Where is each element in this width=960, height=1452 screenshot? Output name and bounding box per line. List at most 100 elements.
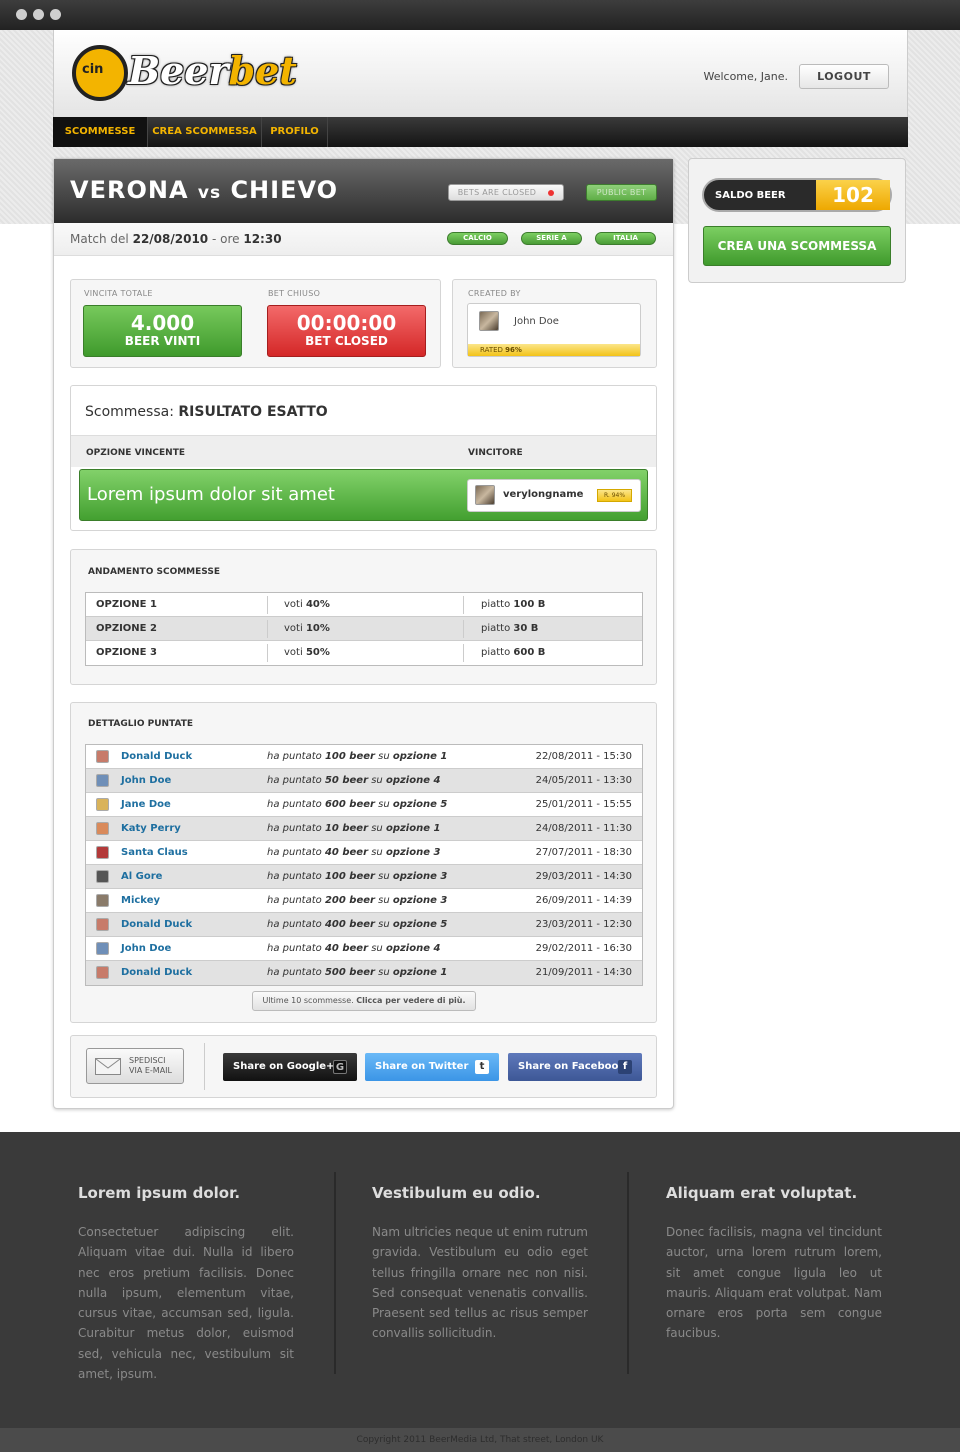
pot-label: piatto (481, 599, 511, 610)
pot-value: 30 B (513, 623, 539, 634)
share-twitter-label: Share on Twitter (375, 1061, 469, 1072)
show-more-button[interactable]: Ultime 10 scommesse. Clicca per vedere d… (252, 991, 476, 1011)
bet-detail-row: Donald Duck ha puntato 400 beer su opzion… (86, 913, 642, 937)
timer-value: 00:00:00 (296, 311, 397, 335)
tag-serie-a[interactable]: SERIE A (521, 232, 582, 245)
crea-scommessa-button[interactable]: CREA UNA SCOMMESSA (703, 226, 891, 266)
creator-rating: RATED 96% (468, 344, 640, 356)
footer-col3-title: Aliquam erat voluptat. (666, 1184, 858, 1202)
user-name-link[interactable]: John Doe (121, 769, 171, 792)
bet-description: ha puntato 100 beer su opzione 1 (267, 745, 447, 768)
user-avatar (96, 822, 109, 835)
cell-divider (267, 620, 268, 638)
window-dot-maximize[interactable] (50, 9, 61, 20)
footer-column-1: Lorem ipsum dolor. Consectetuer adipiscin… (78, 1184, 294, 1384)
bet-description: ha puntato 600 beer su opzione 5 (267, 793, 447, 816)
bet-option: opzione 1 (392, 967, 448, 978)
bet-amount: 600 beer (324, 799, 375, 810)
vincita-value: 4.000 (130, 311, 195, 335)
logout-button[interactable]: LOGOUT (799, 64, 889, 89)
logo-text[interactable]: Beerbet (128, 48, 297, 93)
andamento-row: OPZIONE 3 voti 50% piatto 600 B (86, 641, 642, 665)
user-name-link[interactable]: Donald Duck (121, 961, 192, 984)
bets-closed-badge: BETS ARE CLOSED (448, 184, 564, 201)
share-google-button[interactable]: Share on Google+ G (223, 1053, 357, 1081)
match-title: VERONA vs CHIEVO (70, 176, 338, 204)
share-google-label: Share on Google+ (233, 1061, 335, 1072)
created-by-label: CREATED BY (468, 289, 521, 298)
bet-prefix: ha puntato (267, 919, 322, 930)
browser-chrome (0, 0, 960, 30)
team-away: CHIEVO (230, 176, 339, 204)
bet-option: opzione 5 (392, 799, 448, 810)
footer-column-3: Aliquam erat voluptat. Donec facilisis, m… (666, 1184, 882, 1344)
bet-prefix: ha puntato (267, 847, 322, 858)
cell-divider (463, 620, 464, 638)
option-name: OPZIONE 3 (96, 647, 157, 658)
bet-amount: 40 beer (324, 847, 369, 858)
tag-italia[interactable]: ITALIA (595, 232, 656, 245)
share-twitter-button[interactable]: Share on Twitter t (365, 1053, 499, 1081)
public-bet-badge: PUBLIC BET (586, 184, 657, 201)
bet-detail-row: Donald Duck ha puntato 100 beer su opzion… (86, 745, 642, 769)
user-name-link[interactable]: Donald Duck (121, 745, 192, 768)
bet-amount: 10 beer (324, 823, 369, 834)
user-name-link[interactable]: Donald Duck (121, 913, 192, 936)
user-name-link[interactable]: John Doe (121, 937, 171, 960)
winning-option-text: Lorem ipsum dolor sit amet (87, 484, 335, 505)
option-pot: piatto 100 B (481, 593, 545, 616)
show-more-text: Ultime 10 scommesse. (262, 996, 354, 1005)
creator-name[interactable]: John Doe (514, 316, 559, 327)
bet-date: 22/08/2011 - 15:30 (535, 751, 632, 762)
rated-value: 96% (505, 346, 522, 354)
creator-avatar (479, 311, 499, 331)
votes-value: 50% (305, 647, 330, 658)
bet-date: 29/03/2011 - 14:30 (535, 871, 632, 882)
rated-label: RATED (480, 346, 503, 354)
email-share-line1: SPEDISCI (129, 1056, 166, 1065)
bet-description: ha puntato 40 beer su opzione 4 (267, 937, 440, 960)
option-votes: voti 50% (284, 641, 330, 664)
window-dot-minimize[interactable] (33, 9, 44, 20)
bet-prefix: ha puntato (267, 967, 322, 978)
nav-item-crea-scommessa[interactable]: CREA SCOMMESSA (148, 117, 262, 147)
footer-divider (627, 1172, 629, 1374)
share-facebook-button[interactable]: Share on Facebook f (508, 1053, 642, 1081)
user-name-link[interactable]: Katy Perry (121, 817, 181, 840)
bet-description: ha puntato 10 beer su opzione 1 (267, 817, 440, 840)
user-name-link[interactable]: Al Gore (121, 865, 162, 888)
bet-detail-row: Jane Doe ha puntato 600 beer su opzione 5… (86, 793, 642, 817)
cell-divider (463, 596, 464, 614)
footer-col2-text: Nam ultricies neque ut enim rutrum gravi… (372, 1225, 588, 1341)
pot-label: piatto (481, 647, 511, 658)
option-votes: voti 40% (284, 593, 330, 616)
nav-item-profilo[interactable]: PROFILO (262, 117, 328, 147)
user-name-link[interactable]: Jane Doe (121, 793, 171, 816)
bet-option: opzione 4 (385, 943, 441, 954)
user-name-link[interactable]: Mickey (121, 889, 160, 912)
time-value: 12:30 (243, 232, 282, 246)
winner-name[interactable]: verylongname (503, 489, 583, 500)
bet-description: ha puntato 50 beer su opzione 4 (267, 769, 440, 792)
bet-date: 27/07/2011 - 18:30 (535, 847, 632, 858)
welcome-text: Welcome, Jane. (703, 70, 788, 83)
footer-col2-title: Vestibulum eu odio. (372, 1184, 541, 1202)
pot-value: 600 B (513, 647, 546, 658)
copyright-bar: Copyright 2011 BeerMedia Ltd, That stree… (0, 1428, 960, 1452)
bet-amount: 50 beer (324, 775, 369, 786)
dettaglio-title: DETTAGLIO PUNTATE (88, 719, 194, 729)
tag-calcio[interactable]: CALCIO (447, 232, 508, 245)
bet-option: opzione 4 (385, 775, 441, 786)
andamento-table: OPZIONE 1 voti 40% piatto 100 B OPZIONE 2 vo… (85, 592, 643, 666)
bet-date: 25/01/2011 - 15:55 (535, 799, 632, 810)
bet-detail-row: Donald Duck ha puntato 500 beer su opzion… (86, 961, 642, 985)
nav-item-scommesse[interactable]: SCOMMESSE (53, 117, 148, 147)
window-dot-close[interactable] (16, 9, 27, 20)
user-name-link[interactable]: Santa Claus (121, 841, 188, 864)
option-pot: piatto 30 B (481, 617, 538, 640)
bet-title-prefix: Scommessa: (85, 404, 174, 420)
logo-icon[interactable]: cin (72, 45, 128, 101)
vs-label: vs (197, 183, 222, 203)
email-share-button[interactable]: SPEDISCI VIA E-MAIL (86, 1048, 184, 1084)
bet-closed-timer: 00:00:00 BET CLOSED (267, 305, 426, 357)
